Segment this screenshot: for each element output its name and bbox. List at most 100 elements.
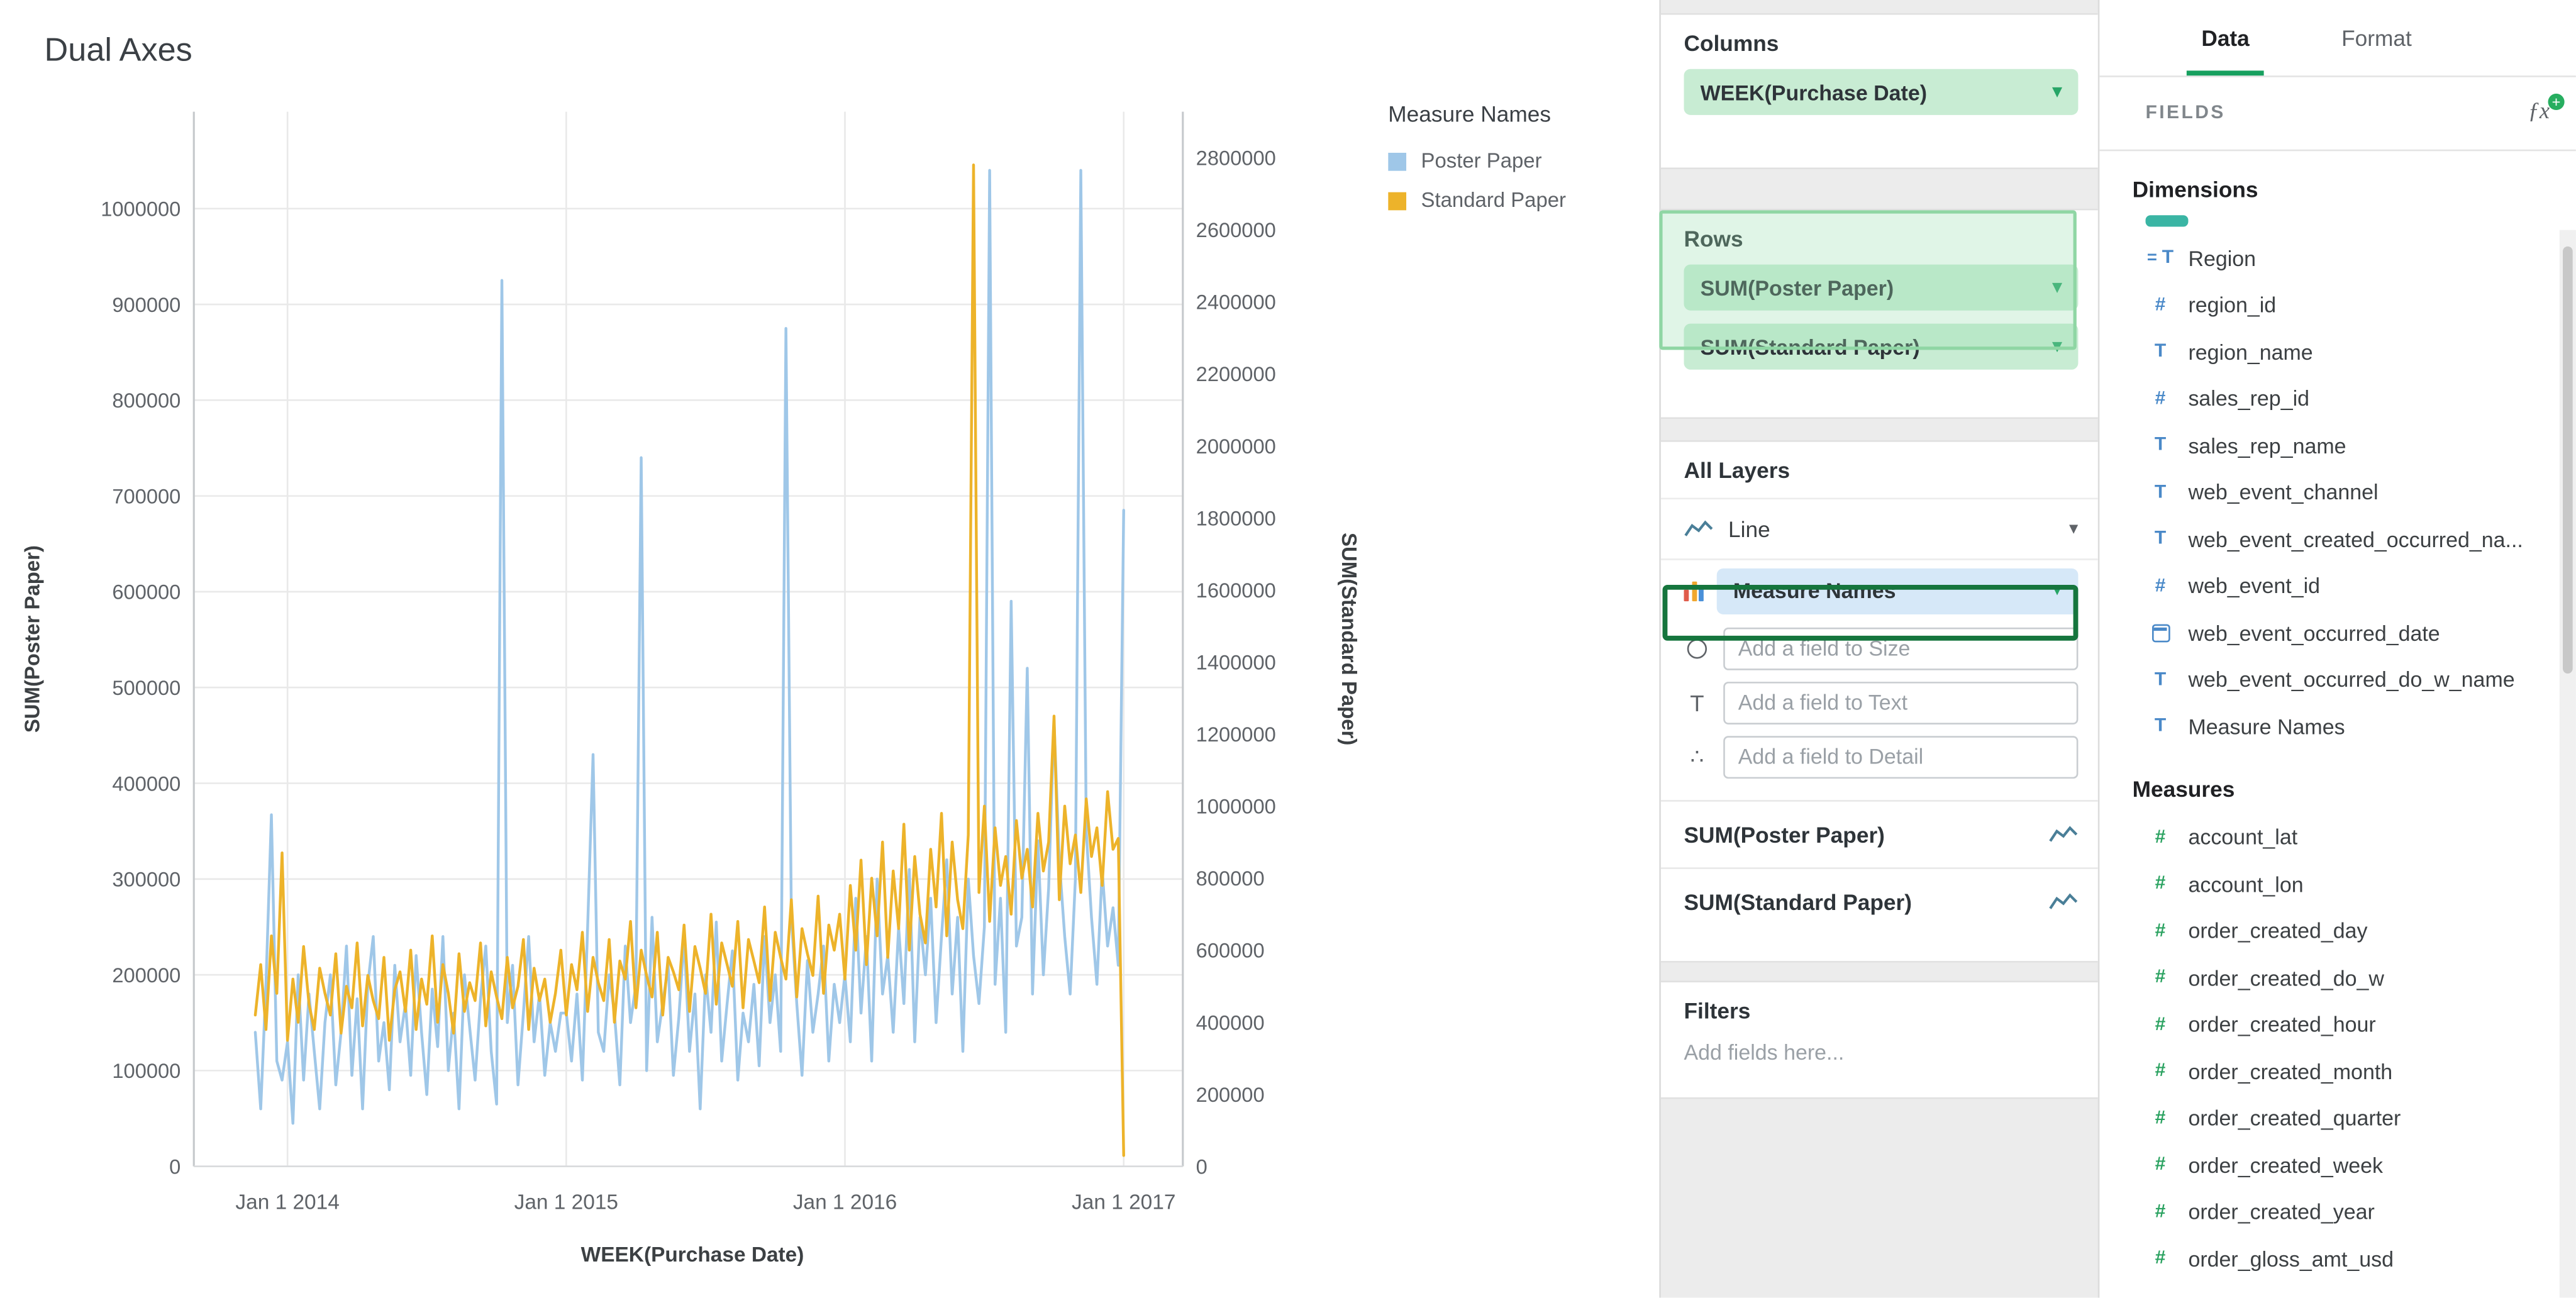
field-name: web_event_occurred_do_w_name — [2188, 667, 2514, 692]
field-icons: =T — [2146, 248, 2175, 268]
field-row[interactable]: # order_created_hour — [2099, 1001, 2576, 1048]
field-icons — [2146, 624, 2175, 642]
field-icons: # — [2146, 921, 2175, 941]
field-row[interactable]: #order_created_year — [2099, 1189, 2576, 1235]
layer-label: SUM(Standard Paper) — [1684, 890, 1913, 914]
field-row[interactable]: #order_created_quarter — [2099, 1095, 2576, 1141]
size-field-input[interactable] — [1723, 627, 2078, 670]
pill-measure-names[interactable]: Measure Names ▾ — [1717, 568, 2079, 614]
field-row[interactable]: =T Region — [2099, 235, 2576, 282]
layer-sum-standard-paper[interactable]: SUM(Standard Paper) — [1661, 867, 2098, 935]
tab-format[interactable]: Format — [2341, 0, 2412, 75]
chevron-down-icon[interactable]: ▾ — [2053, 338, 2062, 356]
pill-week-purchase-date[interactable]: WEEK(Purchase Date) ▾ — [1684, 69, 2079, 115]
field-row[interactable]: web_event_occurred_date — [2099, 609, 2576, 656]
svg-text:700000: 700000 — [112, 484, 180, 508]
field-row[interactable]: #order_created_do_w — [2099, 955, 2576, 1001]
dimensions-list: =TRegion#region_idTregion_name#sales_rep… — [2099, 235, 2576, 750]
field-row[interactable]: #order_created_day — [2099, 907, 2576, 954]
text-icon: T — [2155, 342, 2166, 362]
columns-shelf-label: Columns — [1661, 15, 2098, 69]
line-chart-icon — [2048, 824, 2078, 844]
field-name: region_name — [2188, 340, 2312, 364]
field-icons: # — [2146, 1202, 2175, 1221]
scrolled-field-fragment — [2146, 215, 2189, 226]
measures-label: Measures — [2099, 750, 2576, 814]
text-icon: T — [2155, 670, 2166, 689]
dimensions-label: Dimensions — [2099, 151, 2576, 215]
text-icon: T — [2155, 436, 2166, 455]
tab-data[interactable]: Data — [2201, 0, 2249, 75]
chevron-down-icon[interactable]: ▾ — [2053, 83, 2062, 101]
number-icon: # — [2155, 1015, 2166, 1035]
legend-item[interactable]: Standard Paper — [1388, 189, 1566, 212]
pill-sum-standard-paper[interactable]: SUM(Standard Paper) ▾ — [1684, 324, 2079, 370]
number-icon: # — [2155, 921, 2166, 941]
field-row[interactable]: #account_lat — [2099, 814, 2576, 860]
text-icon: T — [2155, 717, 2166, 736]
field-name: sales_rep_name — [2188, 433, 2346, 458]
layer-label: SUM(Poster Paper) — [1684, 822, 1885, 846]
chevron-down-icon[interactable]: ▾ — [2053, 279, 2062, 297]
text-field-input[interactable] — [1723, 681, 2078, 724]
all-layers-label: All Layers — [1661, 442, 2098, 499]
scrollbar-thumb[interactable] — [2563, 247, 2573, 674]
svg-text:WEEK(Purchase Date): WEEK(Purchase Date) — [581, 1243, 804, 1267]
calculated-field-icon[interactable]: ƒx+ — [2528, 100, 2550, 126]
chevron-down-icon[interactable]: ▾ — [2069, 520, 2078, 538]
field-row[interactable]: Tregion_name — [2099, 328, 2576, 375]
field-row[interactable]: T Measure Names — [2099, 703, 2576, 750]
pill-label: Measure Names — [1733, 578, 1896, 602]
svg-text:0: 0 — [1196, 1155, 1208, 1178]
plus-icon: + — [2548, 94, 2565, 110]
field-row[interactable]: #sales_rep_id — [2099, 375, 2576, 422]
field-row[interactable]: #account_lon — [2099, 861, 2576, 907]
field-row[interactable]: #region_id — [2099, 282, 2576, 328]
field-icons: # — [2146, 1249, 2175, 1268]
shelf-panel: Columns WEEK(Purchase Date) ▾ Rows SUM(P… — [1659, 0, 2099, 1298]
field-name: Region — [2188, 246, 2256, 270]
field-icons: T — [2146, 670, 2175, 689]
field-row[interactable]: Tweb_event_created_occurred_na... — [2099, 516, 2576, 562]
field-row[interactable]: Tweb_event_occurred_do_w_name — [2099, 657, 2576, 703]
field-icons: # — [2146, 1155, 2175, 1175]
field-row[interactable]: #order_created_month — [2099, 1048, 2576, 1095]
measures-list: #account_lat#account_lon#order_created_d… — [2099, 814, 2576, 1282]
field-row[interactable]: # order_created_week — [2099, 1141, 2576, 1188]
layer-list: SUM(Poster Paper) SUM(Standard Paper) — [1661, 800, 2098, 935]
field-icons: # — [2146, 576, 2175, 596]
pill-sum-poster-paper[interactable]: SUM(Poster Paper) ▾ — [1684, 265, 2079, 311]
chevron-down-icon[interactable]: ▾ — [2053, 582, 2062, 600]
field-name: order_created_hour — [2188, 1012, 2375, 1037]
svg-text:600000: 600000 — [112, 580, 180, 604]
fields-header-label: FIELDS — [2146, 104, 2226, 123]
svg-text:300000: 300000 — [112, 868, 180, 891]
field-row[interactable]: Tweb_event_channel — [2099, 469, 2576, 516]
field-name: web_event_created_occurred_na... — [2188, 527, 2523, 552]
number-icon: # — [2155, 389, 2166, 408]
pill-label: SUM(Poster Paper) — [1701, 275, 1894, 300]
svg-text:Jan 1 2014: Jan 1 2014 — [235, 1191, 339, 1214]
field-row[interactable]: Tsales_rep_name — [2099, 422, 2576, 469]
field-name: order_created_month — [2188, 1059, 2392, 1084]
field-name: Measure Names — [2188, 714, 2345, 739]
filters-drop-zone[interactable]: Add fields here... — [1661, 1036, 2098, 1068]
svg-text:800000: 800000 — [112, 389, 180, 412]
svg-text:1000000: 1000000 — [101, 197, 180, 221]
legend-item[interactable]: Poster Paper — [1388, 150, 1566, 173]
layer-sum-poster-paper[interactable]: SUM(Poster Paper) — [1661, 800, 2098, 867]
mark-type-select[interactable]: Line ▾ — [1661, 499, 2098, 560]
number-icon: # — [2155, 1249, 2166, 1268]
detail-icon: ∴ — [1684, 743, 1711, 770]
field-row[interactable]: #order_gloss_amt_usd — [2099, 1235, 2576, 1282]
legend-label: Poster Paper — [1421, 150, 1542, 173]
field-name: order_created_week — [2188, 1153, 2383, 1177]
size-icon — [1684, 638, 1711, 658]
text-encoding-row: T — [1661, 675, 2098, 729]
field-icons: T — [2146, 342, 2175, 362]
legend-swatch — [1388, 152, 1406, 170]
svg-text:800000: 800000 — [1196, 867, 1265, 890]
field-row[interactable]: #web_event_id — [2099, 563, 2576, 609]
detail-field-input[interactable] — [1723, 735, 2078, 778]
number-icon: # — [2155, 1109, 2166, 1128]
